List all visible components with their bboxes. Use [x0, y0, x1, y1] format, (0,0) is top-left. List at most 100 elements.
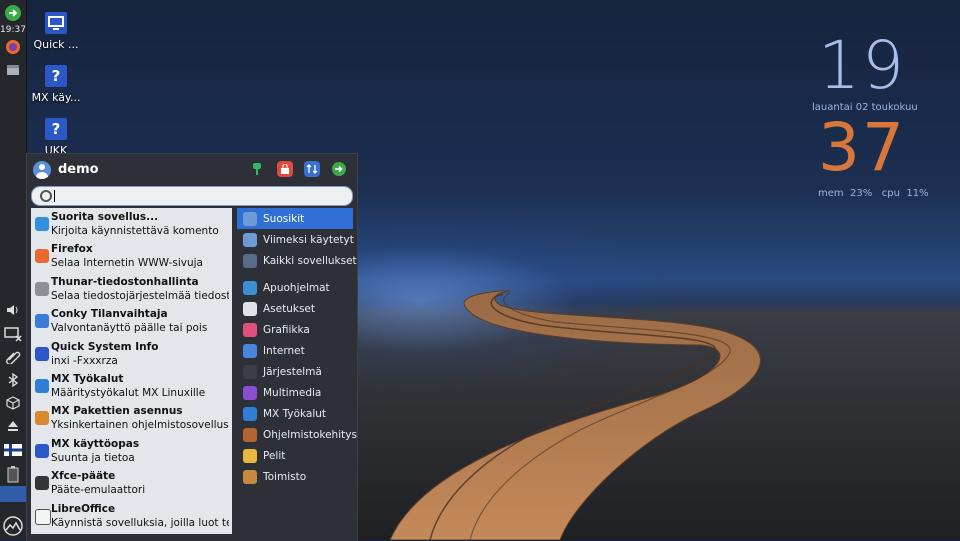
system-icon	[243, 364, 257, 379]
favorite-description: Yksinkertainen ohjelmistosovellusp...	[51, 419, 229, 432]
category-label: Viimeksi käytetyt	[263, 233, 354, 246]
category-item[interactable]: Viimeksi käytetyt	[237, 229, 354, 250]
category-item[interactable]: Pelit	[237, 445, 353, 466]
desktop-icon-label: Quick ...	[33, 38, 79, 51]
display-icon[interactable]	[3, 324, 23, 344]
category-item[interactable]: Toimisto	[237, 466, 353, 487]
favorite-item[interactable]: LibreOffice Käynnistä sovelluksia, joilla…	[31, 500, 232, 532]
libreoffice-icon	[35, 508, 51, 525]
help-icon	[35, 443, 49, 458]
conky-mem-value: 23%	[850, 188, 873, 199]
category-label: Ohjelmistokehitys	[263, 428, 357, 441]
help-icon: ?	[45, 65, 67, 87]
desktop-icon-mx-manual[interactable]: ? MX käy...	[31, 65, 81, 104]
application-menu: demo Suorita sovellus... Kirjoita käynnis…	[26, 153, 358, 541]
favorite-title: MX käyttöopas	[51, 437, 140, 450]
category-label: Asetukset	[263, 302, 316, 315]
category-label: Multimedia	[263, 386, 322, 399]
panel-selected-item[interactable]	[0, 486, 26, 502]
category-item[interactable]: Asetukset	[237, 298, 353, 319]
conky-cpu-label: cpu	[881, 188, 900, 199]
menu-header: demo	[27, 154, 357, 184]
favorite-description: Suunta ja tietoa	[51, 451, 135, 464]
search-input[interactable]	[54, 188, 344, 202]
favorite-item[interactable]: Conky Tilanvaihtaja Valvontanäyttö päälle…	[31, 305, 232, 337]
favorite-item[interactable]: MX Pakettien asennus Yksinkertainen ohjel…	[31, 402, 232, 434]
favorite-item[interactable]: Xfce-pääte Pääte-emulaattori	[31, 467, 232, 499]
desktop-icon-quick-system-info[interactable]: Quick ...	[31, 12, 81, 51]
internet-icon	[243, 343, 257, 358]
category-item[interactable]: Multimedia	[237, 382, 353, 403]
eject-icon[interactable]	[3, 416, 23, 436]
favorite-description: Kirjoita käynnistettävä komento	[51, 225, 219, 237]
favorite-item[interactable]: MX Työkalut Määritystyökalut MX Linuxille	[31, 370, 232, 402]
battery-icon[interactable]	[3, 464, 23, 484]
category-label: MX Työkalut	[263, 407, 327, 420]
category-item[interactable]: Suosikit	[237, 208, 353, 229]
category-item[interactable]: MX Työkalut	[237, 403, 353, 424]
search-field[interactable]	[31, 186, 353, 206]
user-avatar-icon	[33, 161, 51, 179]
category-item[interactable]: Internet	[237, 340, 353, 361]
category-label: Kaikki sovellukset	[263, 254, 357, 267]
category-label: Toimisto	[263, 470, 307, 483]
category-item[interactable]: Järjestelmä	[237, 361, 353, 382]
favorite-title: Firefox	[51, 243, 93, 256]
package-installer-icon	[35, 411, 49, 426]
bluetooth-icon[interactable]	[3, 370, 23, 390]
accessories-icon	[243, 280, 257, 295]
favorite-description: Määritystyökalut MX Linuxille	[51, 386, 206, 399]
category-item[interactable]: Kaikki sovellukset	[237, 250, 357, 271]
category-label: Järjestelmä	[263, 365, 322, 378]
category-label: Internet	[263, 344, 305, 357]
mx-menu-icon[interactable]	[3, 516, 23, 536]
folder-icon	[243, 232, 257, 247]
favorite-item[interactable]: Suorita sovellus... Kirjoita käynnistettä…	[31, 208, 232, 240]
category-item[interactable]: Grafiikka	[237, 319, 353, 340]
username: demo	[58, 162, 99, 177]
firefox-icon	[35, 249, 49, 264]
keyboard-layout-flag-icon[interactable]	[3, 440, 23, 460]
favorite-title: MX Pakettien asennus	[51, 405, 183, 418]
favorite-description: inxi -Fxxxrza	[51, 354, 118, 367]
favorite-title: Conky Tilanvaihtaja	[51, 308, 168, 321]
clipboard-icon[interactable]	[3, 346, 23, 366]
favorite-item[interactable]: Thunar-tiedostonhallinta Selaa tiedostojä…	[31, 273, 232, 305]
search-icon	[40, 190, 52, 202]
system-info-icon	[35, 346, 49, 361]
mx-tools-icon	[243, 406, 257, 421]
volume-icon[interactable]	[3, 300, 23, 320]
favorite-description: Selaa Internetin WWW-sivuja	[51, 257, 203, 270]
favorite-title: Suorita sovellus...	[51, 211, 159, 223]
desktop-icon-faq[interactable]: ? UKK	[31, 118, 81, 157]
conky-hours: 19	[818, 27, 906, 104]
category-item[interactable]: Apuohjelmat	[237, 277, 353, 298]
favorite-description: Valvontanäyttö päälle tai pois	[51, 322, 208, 335]
file-manager-icon[interactable]	[3, 60, 23, 80]
favorite-title: Xfce-pääte	[51, 470, 116, 483]
conky-minutes: 37	[818, 109, 906, 186]
graphics-icon	[243, 322, 257, 337]
conky-stats: mem 23% cpu 11%	[818, 188, 929, 199]
mx-tools-icon	[35, 378, 49, 393]
help-icon: ?	[45, 118, 67, 140]
panel-clock[interactable]: 19:37	[0, 25, 26, 35]
lock-screen-button[interactable]	[277, 161, 293, 177]
logout-button[interactable]	[331, 161, 347, 177]
package-updater-icon[interactable]	[3, 393, 23, 413]
switch-user-button[interactable]	[304, 161, 320, 177]
favorite-description: Käynnistä sovelluksia, joilla luot tek..…	[51, 516, 229, 529]
multimedia-icon	[243, 385, 257, 400]
category-item[interactable]: Ohjelmistokehitys	[237, 424, 357, 445]
settings-icon	[243, 301, 257, 316]
terminal-icon	[35, 476, 49, 491]
category-label: Grafiikka	[263, 323, 310, 336]
favorite-item[interactable]: MX käyttöopas Suunta ja tietoa	[31, 435, 232, 467]
firefox-icon[interactable]	[3, 37, 23, 57]
settings-manager-button[interactable]	[249, 161, 265, 177]
favorite-item[interactable]: Firefox Selaa Internetin WWW-sivuja	[31, 240, 232, 272]
all-apps-icon	[243, 253, 257, 268]
favorite-description: Pääte-emulaattori	[51, 484, 146, 497]
favorite-item[interactable]: Quick System Info inxi -Fxxxrza	[31, 338, 232, 370]
logout-icon[interactable]	[3, 3, 23, 23]
